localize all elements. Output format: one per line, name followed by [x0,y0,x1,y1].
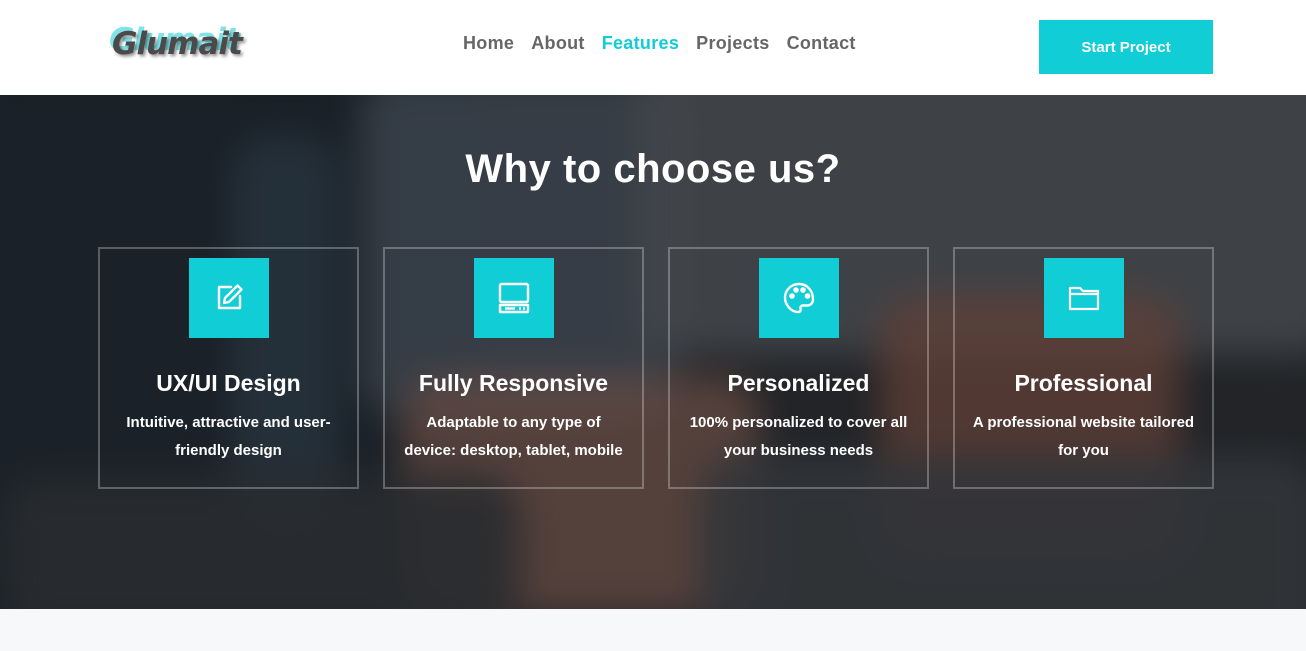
feature-title: Fully Responsive [418,370,609,396]
feature-title: UX/UI Design [156,370,301,396]
feature-title: Personalized [727,370,870,396]
brand-logo[interactable]: Glumait [112,26,243,62]
feature-description: Adaptable to any type of device: desktop… [404,414,623,459]
site-header: Glumait Home About Features Projects Con… [0,0,1306,95]
start-project-button[interactable]: Start Project [1039,20,1213,74]
folder-icon [1044,258,1124,338]
edit-icon [189,258,269,338]
feature-title: Professional [1014,370,1153,396]
feature-description: 100% personalized to cover all your busi… [689,414,908,459]
next-section-strip [0,609,1306,651]
monitor-icon [474,258,554,338]
palette-icon [759,258,839,338]
nav-link-home[interactable]: Home [463,33,514,54]
nav-link-contact[interactable]: Contact [787,33,856,54]
feature-card-professional: Professional A professional website tail… [953,247,1214,489]
section-title: Why to choose us? [465,147,841,191]
feature-card-fully-responsive: Fully Responsive Adaptable to any type o… [383,247,644,489]
features-hero-section: Why to choose us? UX/UI Design Intuitive… [0,95,1306,609]
feature-card-personalized: Personalized 100% personalized to cover … [668,247,929,489]
feature-card-ux-ui-design: UX/UI Design Intuitive, attractive and u… [98,247,359,489]
feature-description: A professional website tailored for you [972,414,1195,459]
nav-link-about[interactable]: About [531,33,584,54]
nav-link-projects[interactable]: Projects [696,33,769,54]
main-nav: Home About Features Projects Contact [463,33,856,54]
nav-link-features[interactable]: Features [602,33,679,54]
feature-description: Intuitive, attractive and user-friendly … [126,414,331,459]
